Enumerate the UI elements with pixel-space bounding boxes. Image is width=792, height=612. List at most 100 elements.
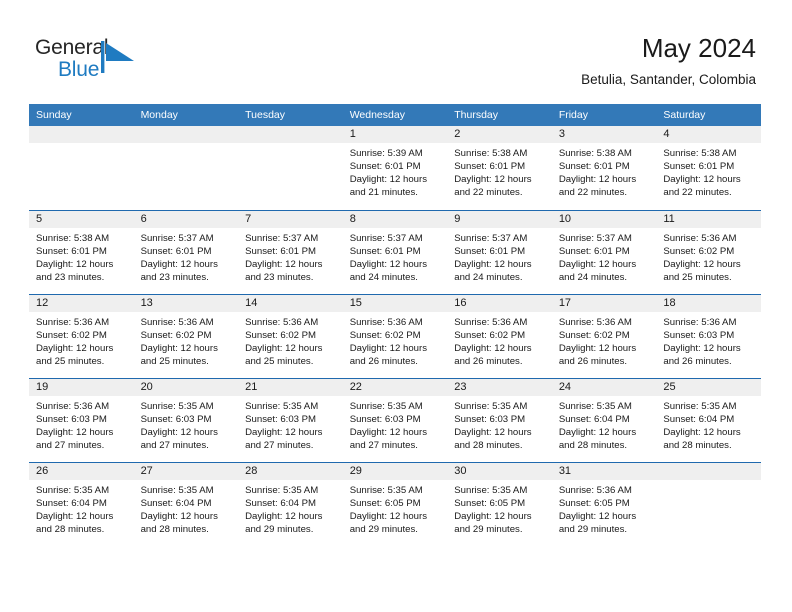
calendar-day-cell[interactable]: 14 Sunrise: 5:36 AM Sunset: 6:02 PM Dayligh… <box>238 293 343 378</box>
calendar-day-cell[interactable]: 5 Sunrise: 5:38 AM Sunset: 6:01 PM Daylight… <box>29 209 134 294</box>
calendar-day-cell[interactable]: 23 Sunrise: 5:35 AM Sunset: 6:03 PM Dayligh… <box>447 377 552 462</box>
day-details: Sunrise: 5:38 AM Sunset: 6:01 PM Daylight:… <box>656 143 761 199</box>
calendar-day-cell[interactable]: 13 Sunrise: 5:36 AM Sunset: 6:02 PM Dayligh… <box>133 293 239 378</box>
sunset-text: Sunset: 6:02 PM <box>349 329 421 341</box>
day-details: Sunrise: 5:36 AM Sunset: 6:02 PM Daylight:… <box>29 312 134 368</box>
calendar-day-cell[interactable]: 11 Sunrise: 5:36 AM Sunset: 6:02 PM Dayligh… <box>656 209 761 294</box>
daylight-text-line2: and 26 minutes. <box>349 355 418 367</box>
calendar-day-cell[interactable]: 24 Sunrise: 5:35 AM Sunset: 6:04 PM Dayligh… <box>551 377 657 462</box>
calendar-day-cell[interactable]: 12 Sunrise: 5:36 AM Sunset: 6:02 PM Dayligh… <box>29 293 134 378</box>
sunset-text: Sunset: 6:01 PM <box>558 161 630 173</box>
day-details: Sunrise: 5:35 AM Sunset: 6:05 PM Daylight:… <box>447 480 552 536</box>
calendar-page: General Blue May 2024 Betulia, Santander… <box>0 0 792 612</box>
calendar-day-cell[interactable]: 17 Sunrise: 5:36 AM Sunset: 6:02 PM Dayligh… <box>551 293 657 378</box>
daylight-text-line1: Daylight: 12 hours <box>140 426 218 438</box>
day-number: 12 <box>29 294 134 312</box>
sunrise-text: Sunrise: 5:37 AM <box>558 232 632 244</box>
sunrise-text: Sunrise: 5:35 AM <box>245 400 319 412</box>
calendar-week-row: 5 Sunrise: 5:38 AM Sunset: 6:01 PM Daylight… <box>29 209 761 294</box>
day-number <box>29 126 134 143</box>
daylight-text-line2: and 27 minutes. <box>349 439 418 451</box>
day-details: Sunrise: 5:37 AM Sunset: 6:01 PM Daylight:… <box>343 228 448 284</box>
calendar-day-cell[interactable]: 16 Sunrise: 5:36 AM Sunset: 6:02 PM Dayligh… <box>447 293 552 378</box>
daylight-text-line1: Daylight: 12 hours <box>663 258 741 270</box>
day-number: 29 <box>342 462 448 480</box>
brand-logo[interactable]: General Blue <box>35 36 215 88</box>
daylight-text-line2: and 26 minutes. <box>558 355 628 367</box>
day-details: Sunrise: 5:35 AM Sunset: 6:04 PM Daylight:… <box>656 396 761 452</box>
sunset-text: Sunset: 6:01 PM <box>245 245 317 257</box>
day-number: 7 <box>238 210 343 228</box>
daylight-text-line2: and 29 minutes. <box>349 523 418 535</box>
sunrise-text: Sunrise: 5:39 AM <box>349 148 423 159</box>
calendar-day-cell[interactable]: 3 Sunrise: 5:38 AM Sunset: 6:01 PM Daylight… <box>551 126 657 210</box>
sunset-text: Sunset: 6:03 PM <box>454 413 526 425</box>
daylight-text-line2: and 24 minutes. <box>558 271 628 283</box>
day-details: Sunrise: 5:35 AM Sunset: 6:04 PM Daylight:… <box>238 480 343 536</box>
calendar-day-cell[interactable]: 31 Sunrise: 5:36 AM Sunset: 6:05 PM Dayligh… <box>551 461 657 546</box>
sunset-text: Sunset: 6:04 PM <box>140 497 212 509</box>
sunset-text: Sunset: 6:01 PM <box>454 245 526 257</box>
sunset-text: Sunset: 6:02 PM <box>36 329 107 341</box>
daylight-text-line2: and 25 minutes. <box>36 355 105 367</box>
calendar-day-cell[interactable]: 18 Sunrise: 5:36 AM Sunset: 6:03 PM Dayligh… <box>656 293 761 378</box>
day-number: 17 <box>551 294 657 312</box>
day-number: 13 <box>133 294 239 312</box>
daylight-text-line2: and 24 minutes. <box>349 271 418 283</box>
sunrise-text: Sunrise: 5:35 AM <box>663 400 737 412</box>
sunrise-text: Sunrise: 5:38 AM <box>663 148 737 159</box>
calendar-day-cell[interactable]: 20 Sunrise: 5:35 AM Sunset: 6:03 PM Dayligh… <box>133 377 239 462</box>
calendar-day-cell[interactable]: 2 Sunrise: 5:38 AM Sunset: 6:01 PM Daylight… <box>447 126 552 210</box>
calendar-day-cell[interactable]: 7 Sunrise: 5:37 AM Sunset: 6:01 PM Daylight… <box>238 209 343 294</box>
calendar-day-cell[interactable]: 29 Sunrise: 5:35 AM Sunset: 6:05 PM Dayligh… <box>342 461 448 546</box>
calendar-day-cell[interactable]: 25 Sunrise: 5:35 AM Sunset: 6:04 PM Dayligh… <box>656 377 761 462</box>
daylight-text-line2: and 21 minutes. <box>349 187 418 199</box>
weekday-header-tuesday: Tuesday <box>238 104 343 126</box>
calendar-week-row: 1 Sunrise: 5:39 AM Sunset: 6:01 PM Daylight… <box>29 126 761 210</box>
calendar-day-cell[interactable]: 6 Sunrise: 5:37 AM Sunset: 6:01 PM Daylight… <box>133 209 239 294</box>
day-number: 9 <box>447 210 552 228</box>
calendar-day-cell[interactable]: 26 Sunrise: 5:35 AM Sunset: 6:04 PM Dayligh… <box>29 461 134 546</box>
page-subtitle: Betulia, Santander, Colombia <box>581 72 756 87</box>
day-number <box>238 126 343 143</box>
calendar-day-cell[interactable]: 19 Sunrise: 5:36 AM Sunset: 6:03 PM Dayligh… <box>29 377 134 462</box>
daylight-text-line2: and 22 minutes. <box>454 187 523 199</box>
daylight-text-line2: and 27 minutes. <box>36 439 105 451</box>
sunrise-text: Sunrise: 5:36 AM <box>558 316 632 328</box>
daylight-text-line2: and 28 minutes. <box>558 439 628 451</box>
daylight-text-line1: Daylight: 12 hours <box>558 426 637 438</box>
daylight-text-line1: Daylight: 12 hours <box>349 426 428 438</box>
day-number: 22 <box>342 378 448 396</box>
daylight-text-line2: and 26 minutes. <box>663 355 732 367</box>
daylight-text-line1: Daylight: 12 hours <box>454 258 532 270</box>
calendar-day-cell[interactable]: 30 Sunrise: 5:35 AM Sunset: 6:05 PM Dayligh… <box>447 461 552 546</box>
calendar-week-row: 19 Sunrise: 5:36 AM Sunset: 6:03 PM Dayligh… <box>29 377 761 462</box>
calendar-day-cell[interactable]: 8 Sunrise: 5:37 AM Sunset: 6:01 PM Daylight… <box>342 209 448 294</box>
calendar-day-cell[interactable]: 15 Sunrise: 5:36 AM Sunset: 6:02 PM Dayligh… <box>342 293 448 378</box>
day-details: Sunrise: 5:36 AM Sunset: 6:03 PM Daylight:… <box>656 312 761 368</box>
daylight-text-line1: Daylight: 12 hours <box>245 342 323 354</box>
sunset-text: Sunset: 6:03 PM <box>349 413 421 425</box>
daylight-text-line1: Daylight: 12 hours <box>349 510 428 522</box>
sunrise-text: Sunrise: 5:37 AM <box>349 232 423 244</box>
calendar-day-cell[interactable]: 1 Sunrise: 5:39 AM Sunset: 6:01 PM Daylight… <box>342 126 448 210</box>
calendar-day-cell[interactable]: 22 Sunrise: 5:35 AM Sunset: 6:03 PM Dayligh… <box>342 377 448 462</box>
calendar-day-cell[interactable]: 21 Sunrise: 5:35 AM Sunset: 6:03 PM Dayligh… <box>238 377 343 462</box>
calendar-day-cell[interactable]: 10 Sunrise: 5:37 AM Sunset: 6:01 PM Dayligh… <box>551 209 657 294</box>
daylight-text-line2: and 29 minutes. <box>454 523 523 535</box>
daylight-text-line1: Daylight: 12 hours <box>454 174 532 186</box>
sunset-text: Sunset: 6:04 PM <box>663 413 735 425</box>
sunrise-text: Sunrise: 5:38 AM <box>558 148 632 159</box>
calendar-day-cell[interactable]: 4 Sunrise: 5:38 AM Sunset: 6:01 PM Daylight… <box>656 126 761 210</box>
day-number: 15 <box>342 294 448 312</box>
day-number: 19 <box>29 378 134 396</box>
day-details: Sunrise: 5:37 AM Sunset: 6:01 PM Daylight:… <box>238 228 343 284</box>
day-details: Sunrise: 5:36 AM Sunset: 6:02 PM Daylight:… <box>552 312 657 368</box>
day-details: Sunrise: 5:37 AM Sunset: 6:01 PM Daylight:… <box>447 228 552 284</box>
day-details: Sunrise: 5:35 AM Sunset: 6:04 PM Daylight:… <box>134 480 239 536</box>
sunset-text: Sunset: 6:02 PM <box>454 329 526 341</box>
sunrise-text: Sunrise: 5:35 AM <box>140 400 214 412</box>
calendar-day-cell[interactable]: 28 Sunrise: 5:35 AM Sunset: 6:04 PM Dayligh… <box>238 461 343 546</box>
calendar-day-cell[interactable]: 27 Sunrise: 5:35 AM Sunset: 6:04 PM Dayligh… <box>133 461 239 546</box>
calendar-day-cell[interactable]: 9 Sunrise: 5:37 AM Sunset: 6:01 PM Daylight… <box>447 209 552 294</box>
